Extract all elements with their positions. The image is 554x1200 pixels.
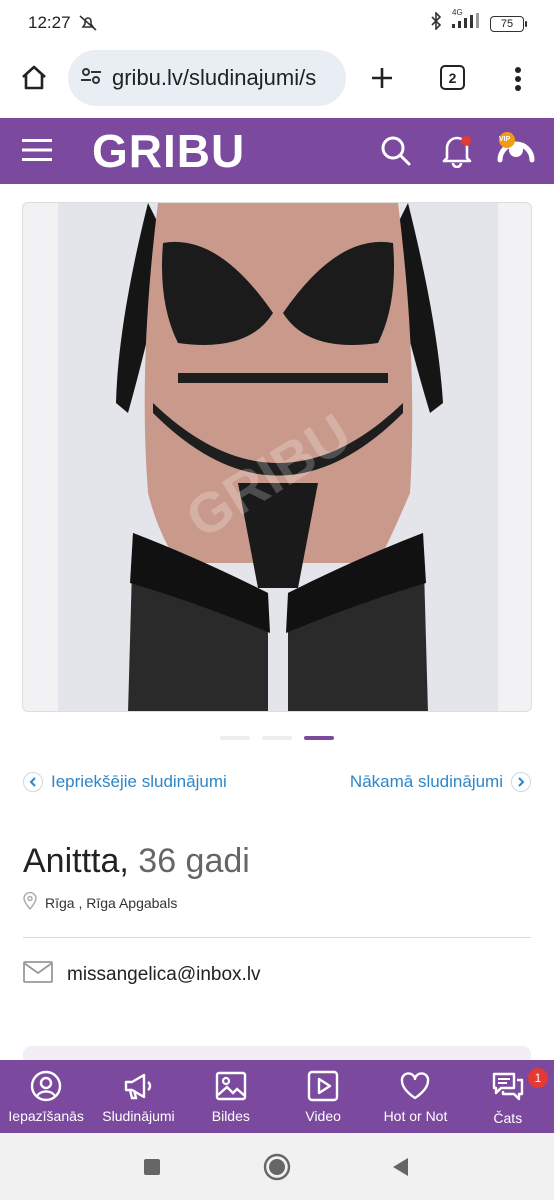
home-icon[interactable] bbox=[20, 64, 48, 97]
contact-email[interactable]: missangelica@inbox.lv bbox=[23, 960, 261, 990]
network-type: 4G bbox=[452, 8, 463, 17]
listing-navigation: Iepriekšējie sludinājumi Nākamā sludināj… bbox=[0, 772, 554, 802]
photo-gallery[interactable]: GRIBU bbox=[22, 202, 532, 712]
email-address[interactable]: missangelica@inbox.lv bbox=[67, 964, 261, 986]
bottom-nav-label: Hot or Not bbox=[383, 1108, 448, 1124]
mute-icon bbox=[78, 14, 98, 37]
url-text: gribu.lv/sludinajumi/s bbox=[112, 65, 317, 90]
more-menu-icon[interactable] bbox=[514, 66, 522, 97]
play-icon bbox=[307, 1070, 339, 1102]
bottom-nav-iepazisanas[interactable]: Iepazīšanās bbox=[0, 1060, 92, 1133]
site-logo[interactable]: GRIBU bbox=[92, 124, 245, 178]
location-city: Rīga bbox=[45, 894, 75, 911]
site-settings-icon[interactable] bbox=[80, 66, 102, 91]
status-bar: 12:27 4G 75 bbox=[0, 0, 554, 46]
bottom-nav-label: Bildes bbox=[211, 1108, 250, 1124]
bluetooth-icon bbox=[430, 11, 442, 35]
chevron-left-icon bbox=[23, 772, 43, 792]
bottom-nav-sludinajumi[interactable]: Sludinājumi bbox=[92, 1060, 184, 1133]
home-button-icon[interactable] bbox=[263, 1153, 291, 1186]
previous-listing-link[interactable]: Iepriekšējie sludinājumi bbox=[23, 772, 227, 792]
pagination-dot[interactable] bbox=[262, 736, 292, 740]
bottom-nav-label: Iepazīšanās bbox=[8, 1108, 84, 1124]
bottom-navigation: Iepazīšanās Sludinājumi Bildes Video Hot… bbox=[0, 1060, 554, 1133]
previous-listing-label: Iepriekšējie sludinājumi bbox=[51, 772, 227, 791]
status-icons: 4G 75 bbox=[430, 8, 527, 35]
location-region: Rīga Apgabals bbox=[86, 894, 178, 911]
new-tab-icon[interactable] bbox=[370, 66, 394, 95]
location-pin-icon bbox=[23, 891, 37, 913]
megaphone-icon bbox=[125, 1073, 152, 1100]
site-header: GRIBU VIP bbox=[0, 118, 554, 184]
tab-switcher-button[interactable]: 2 bbox=[440, 65, 465, 90]
image-icon bbox=[215, 1071, 247, 1101]
battery-indicator: 75 bbox=[490, 15, 527, 32]
chat-icon bbox=[492, 1072, 523, 1101]
browser-toolbar: gribu.lv/sludinajumi/s 2 bbox=[0, 46, 554, 118]
status-time: 12:27 bbox=[28, 13, 71, 32]
profile-location: Rīga , Rīga Apgabals bbox=[23, 891, 178, 913]
address-bar[interactable]: gribu.lv/sludinajumi/s bbox=[68, 50, 346, 106]
chat-unread-badge: 1 bbox=[527, 1068, 548, 1088]
chevron-right-icon bbox=[511, 772, 531, 792]
signal-icon: 4G bbox=[450, 8, 482, 35]
vip-label: VIP bbox=[499, 136, 511, 143]
bottom-nav-label: Čats bbox=[493, 1110, 523, 1126]
vip-user-icon[interactable]: VIP bbox=[496, 130, 536, 173]
gallery-pagination bbox=[0, 736, 554, 742]
profile-icon bbox=[30, 1070, 62, 1102]
bottom-nav-video[interactable]: Video bbox=[277, 1060, 369, 1133]
hamburger-menu-icon[interactable] bbox=[22, 138, 52, 167]
pagination-dot[interactable] bbox=[220, 736, 250, 740]
recents-icon[interactable] bbox=[143, 1158, 161, 1181]
envelope-icon bbox=[23, 960, 53, 990]
bottom-nav-label: Video bbox=[305, 1108, 341, 1124]
heart-icon bbox=[401, 1072, 430, 1100]
location-separator: , bbox=[74, 894, 87, 911]
notification-bell-icon[interactable] bbox=[441, 132, 473, 173]
pagination-dot-active[interactable] bbox=[304, 736, 334, 740]
profile-age: 36 gadi bbox=[138, 842, 250, 880]
bottom-nav-bildes[interactable]: Bildes bbox=[185, 1060, 277, 1133]
bottom-nav-hot-or-not[interactable]: Hot or Not bbox=[369, 1060, 461, 1133]
search-icon[interactable] bbox=[380, 135, 412, 172]
listing-photo[interactable]: GRIBU bbox=[58, 203, 498, 711]
bottom-nav-label: Sludinājumi bbox=[102, 1108, 175, 1124]
back-icon[interactable] bbox=[391, 1157, 409, 1182]
profile-name: Anittta, bbox=[23, 842, 129, 880]
next-listing-label: Nākamā sludinājumi bbox=[349, 772, 503, 791]
profile-title: Anittta, 36 gadi bbox=[23, 842, 250, 881]
next-listing-link[interactable]: Nākamā sludinājumi bbox=[350, 772, 531, 792]
system-navigation-bar bbox=[0, 1133, 554, 1200]
section-divider bbox=[23, 937, 531, 938]
bottom-nav-chat[interactable]: Čats 1 bbox=[462, 1060, 554, 1133]
